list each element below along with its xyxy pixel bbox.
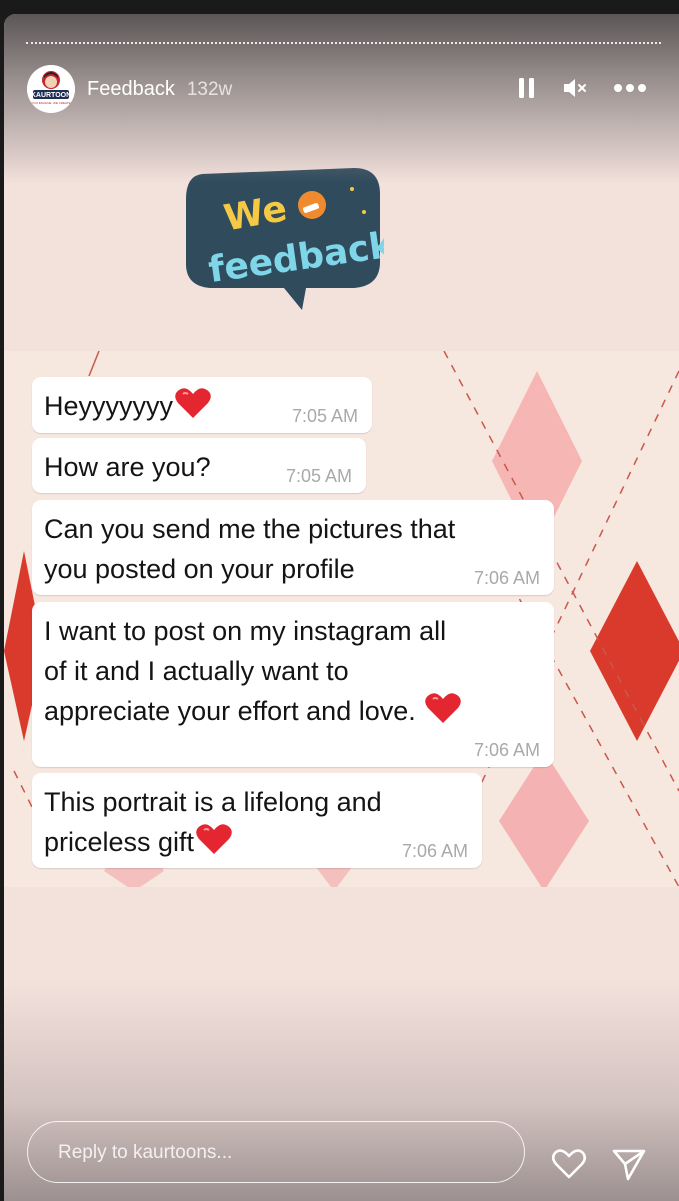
message-text-line: appreciate your effort and love. (44, 696, 416, 726)
message-text: Heyyyyyyy (44, 391, 174, 421)
heart-icon[interactable] (551, 1148, 587, 1180)
story-viewer[interactable]: We feedback Heyyyyyyy 7:05 AM How are yo… (4, 14, 679, 1201)
message-time: 7:05 AM (291, 406, 358, 426)
story-age: 132w (186, 79, 233, 100)
kaurtoon-logo-icon: KAURTOON YOU IMAGINE, WE CREATE (27, 65, 75, 113)
message-time: 7:05 AM (285, 466, 352, 486)
avatar[interactable]: KAURTOON YOU IMAGINE, WE CREATE (27, 65, 75, 113)
message-text-line: This portrait is a lifelong and (44, 787, 382, 817)
pause-icon[interactable] (517, 76, 537, 100)
story-progress-bar (26, 42, 661, 46)
message-text-line: priceless gift (44, 827, 195, 857)
heart-emoji-icon (196, 824, 232, 854)
message-text-line: I want to post on my instagram all (44, 616, 447, 646)
we-feedback-sticker: We feedback (186, 168, 384, 310)
reply-input[interactable]: Reply to kaurtoons... (27, 1121, 525, 1183)
message-text-line: Can you send me the pictures that (44, 514, 456, 544)
message-text-line: you posted on your profile (44, 554, 355, 584)
reply-placeholder: Reply to kaurtoons... (58, 1142, 233, 1163)
heart-emoji-icon (425, 693, 462, 723)
message-time: 7:06 AM (473, 568, 540, 588)
message-text-line: of it and I actually want to (44, 656, 349, 686)
message-time: 7:06 AM (473, 740, 540, 760)
heart-emoji-icon (175, 388, 211, 418)
send-icon[interactable] (611, 1148, 647, 1182)
message-bubble: I want to post on my instagram all of it… (32, 602, 554, 767)
message-bubble: Heyyyyyyy 7:05 AM (32, 377, 372, 433)
story-title[interactable]: Feedback (87, 78, 175, 101)
message-bubble: How are you? 7:05 AM (32, 438, 366, 493)
svg-text:KAURTOON: KAURTOON (31, 92, 71, 99)
mute-icon[interactable] (562, 76, 590, 100)
svg-text:YOU IMAGINE, WE CREATE: YOU IMAGINE, WE CREATE (31, 101, 70, 105)
message-bubble: This portrait is a lifelong and priceles… (32, 773, 482, 868)
message-bubble: Can you send me the pictures that you po… (32, 500, 554, 595)
more-options-icon[interactable] (613, 76, 647, 100)
message-text: How are you? (44, 452, 211, 482)
message-time: 7:06 AM (401, 841, 468, 861)
